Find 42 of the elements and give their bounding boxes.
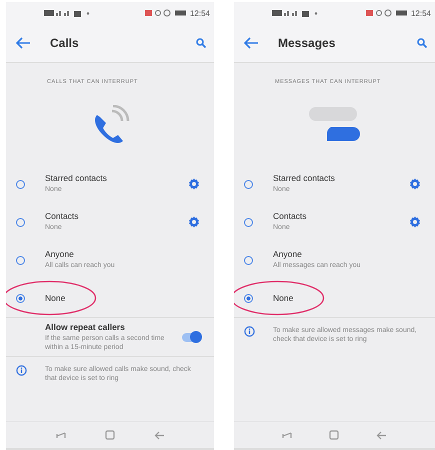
option-label: Anyone	[45, 249, 75, 260]
info-icon	[244, 326, 255, 337]
radio-button[interactable]	[16, 218, 25, 226]
home-icon[interactable]	[104, 430, 114, 440]
search-icon[interactable]	[196, 38, 206, 48]
settings-icon[interactable]	[409, 178, 421, 190]
system-status-icons	[144, 9, 187, 17]
radio-button[interactable]	[244, 180, 253, 188]
settings-icon[interactable]	[409, 216, 421, 228]
option-row[interactable]: None	[234, 279, 435, 317]
option-label: Starred contacts	[273, 173, 336, 184]
radio-button[interactable]	[16, 294, 25, 302]
status-time: 12:54	[410, 8, 431, 18]
back-arrow-icon[interactable]	[15, 37, 31, 49]
status-time: 12:54	[190, 8, 210, 18]
option-label: Contacts	[45, 211, 80, 222]
info-icon	[16, 365, 27, 376]
home-icon[interactable]	[328, 430, 339, 440]
screen-title: Messages	[278, 36, 336, 50]
recent-apps-icon[interactable]	[282, 431, 292, 439]
option-row[interactable]: None	[6, 279, 214, 317]
toggle-switch[interactable]	[182, 332, 200, 342]
settings-icon[interactable]	[188, 216, 200, 228]
radio-button[interactable]	[244, 218, 253, 226]
system-status-icons	[366, 9, 408, 17]
option-label: Starred contacts	[45, 173, 108, 184]
back-arrow-icon[interactable]	[243, 37, 259, 49]
search-icon[interactable]	[417, 38, 427, 48]
option-label: Anyone	[273, 249, 303, 260]
back-icon[interactable]	[376, 430, 387, 440]
radio-button[interactable]	[244, 256, 253, 264]
back-icon[interactable]	[154, 430, 164, 440]
option-label: Contacts	[273, 211, 308, 222]
option-label: Allow repeat callers	[45, 322, 126, 332]
radio-button[interactable]	[16, 180, 25, 188]
option-label: None	[273, 293, 294, 303]
settings-icon[interactable]	[188, 178, 200, 190]
screen-title: Calls	[50, 36, 80, 50]
recent-apps-icon[interactable]	[56, 431, 66, 439]
radio-button[interactable]	[16, 256, 25, 264]
radio-button[interactable]	[244, 294, 253, 302]
option-label: None	[45, 293, 66, 303]
